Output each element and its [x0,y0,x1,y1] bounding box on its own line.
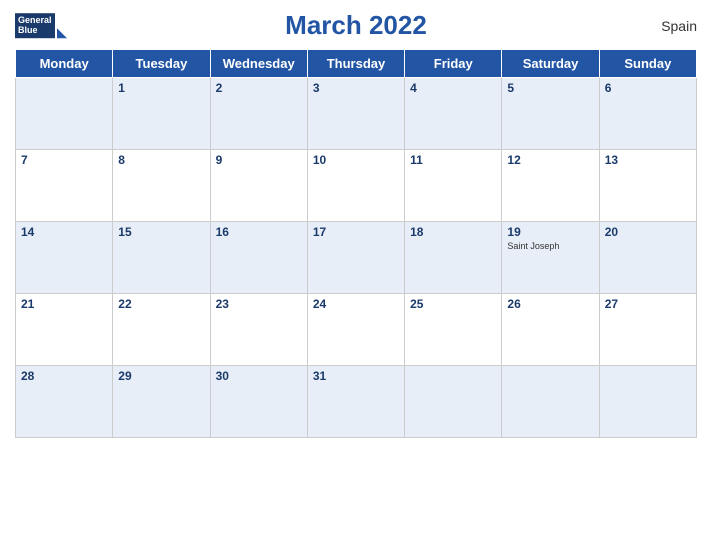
day-number: 9 [216,153,302,167]
day-cell: 23 [210,294,307,366]
day-number: 14 [21,225,107,239]
country-label: Spain [661,18,697,34]
day-cell: 7 [16,150,113,222]
day-number: 15 [118,225,204,239]
day-cell: 2 [210,78,307,150]
day-number: 27 [605,297,691,311]
day-cell: 24 [307,294,404,366]
day-number: 3 [313,81,399,95]
day-cell: 13 [599,150,696,222]
day-cell: 31 [307,366,404,438]
day-number: 17 [313,225,399,239]
header: GeneralBlue March 2022 Spain [15,10,697,41]
day-cell: 5 [502,78,599,150]
day-number: 6 [605,81,691,95]
day-cell: 1 [113,78,210,150]
day-cell: 25 [405,294,502,366]
day-cell: 14 [16,222,113,294]
weekday-header-tuesday: Tuesday [113,50,210,78]
day-number: 10 [313,153,399,167]
calendar-table: MondayTuesdayWednesdayThursdayFridaySatu… [15,49,697,438]
day-number: 16 [216,225,302,239]
day-number: 24 [313,297,399,311]
day-cell: 27 [599,294,696,366]
day-number: 7 [21,153,107,167]
day-number: 12 [507,153,593,167]
day-cell: 16 [210,222,307,294]
weekday-header-row: MondayTuesdayWednesdayThursdayFridaySatu… [16,50,697,78]
day-number: 11 [410,153,496,167]
day-cell: 9 [210,150,307,222]
page-title: March 2022 [285,10,427,41]
day-cell [599,366,696,438]
day-number: 26 [507,297,593,311]
weekday-header-monday: Monday [16,50,113,78]
day-cell: 21 [16,294,113,366]
day-cell: 22 [113,294,210,366]
day-cell: 18 [405,222,502,294]
day-cell: 20 [599,222,696,294]
weekday-header-thursday: Thursday [307,50,404,78]
day-cell: 3 [307,78,404,150]
day-cell: 12 [502,150,599,222]
week-row-1: 123456 [16,78,697,150]
day-cell [502,366,599,438]
weekday-header-sunday: Sunday [599,50,696,78]
day-number: 28 [21,369,107,383]
calendar-page: GeneralBlue March 2022 Spain MondayTuesd… [0,0,712,550]
week-row-4: 21 22 23 24 25 26 27 [16,294,697,366]
day-number: 21 [21,297,107,311]
day-cell: 15 [113,222,210,294]
day-number: 29 [118,369,204,383]
day-cell [16,78,113,150]
day-number: 30 [216,369,302,383]
day-number: 23 [216,297,302,311]
day-cell: 8 [113,150,210,222]
day-number: 4 [410,81,496,95]
week-row-2: 789 10 11 12 13 [16,150,697,222]
logo-triangle [57,28,67,38]
day-number: 5 [507,81,593,95]
day-number: 19 [507,225,593,239]
day-cell: 19 Saint Joseph [502,222,599,294]
day-cell: 10 [307,150,404,222]
day-number: 20 [605,225,691,239]
day-cell: 17 [307,222,404,294]
weekday-header-wednesday: Wednesday [210,50,307,78]
day-number: 2 [216,81,302,95]
day-cell: 4 [405,78,502,150]
day-cell: 6 [599,78,696,150]
weekday-header-friday: Friday [405,50,502,78]
day-number: 18 [410,225,496,239]
day-number: 13 [605,153,691,167]
logo-box: GeneralBlue [15,13,55,39]
logo: GeneralBlue [15,13,67,39]
day-cell: 26 [502,294,599,366]
day-number: 31 [313,369,399,383]
day-cell: 30 [210,366,307,438]
week-row-3: 14 15 16 17 18 19 Saint Joseph 20 [16,222,697,294]
day-event: Saint Joseph [507,241,593,251]
day-cell: 29 [113,366,210,438]
day-cell: 28 [16,366,113,438]
day-number: 25 [410,297,496,311]
day-cell [405,366,502,438]
week-row-5: 28 29 30 31 [16,366,697,438]
day-number: 8 [118,153,204,167]
weekday-header-saturday: Saturday [502,50,599,78]
day-number: 1 [118,81,204,95]
day-number: 22 [118,297,204,311]
day-cell: 11 [405,150,502,222]
